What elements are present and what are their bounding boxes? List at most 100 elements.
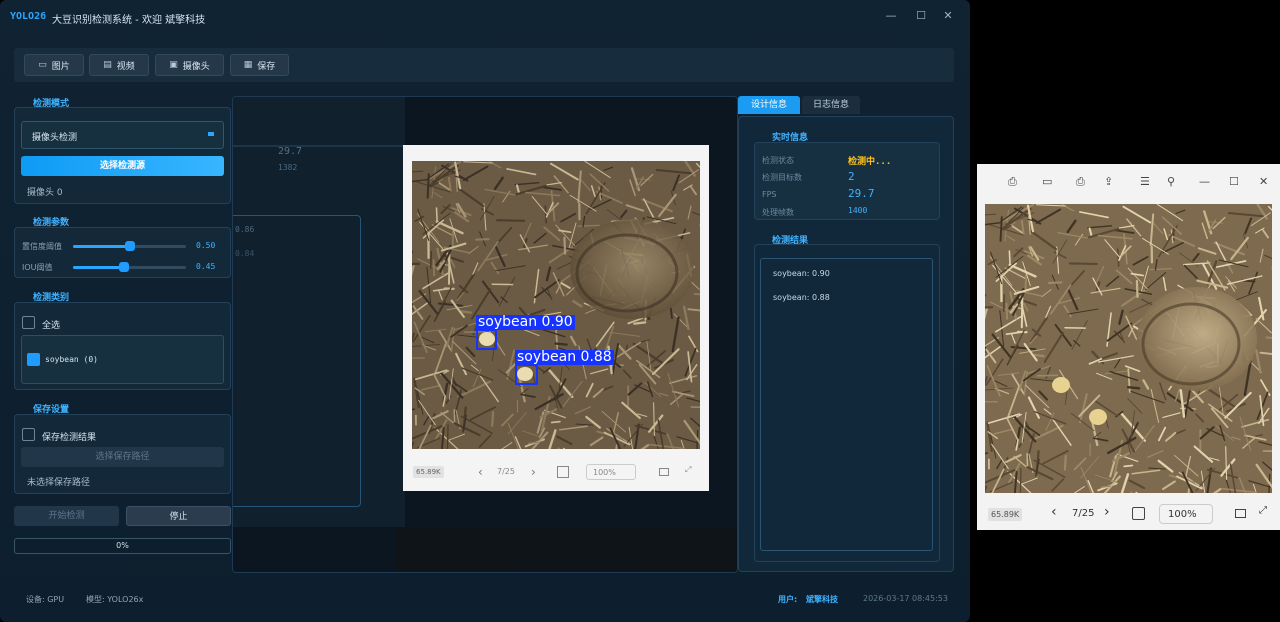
camera-icon: ▣	[169, 60, 178, 70]
video-ghost-frames: 1382	[278, 163, 298, 172]
choose-path-button[interactable]: 选择保存路径	[21, 447, 224, 467]
iou-slider-handle[interactable]	[118, 262, 129, 272]
source-text: 摄像头 0	[27, 188, 63, 198]
image-viewer-window: ⎙ ▭ ⎙ ⇪ ☰ ⚲ — ☐ ✕ 65.89K ‹ 7/25 › 100% ⤢	[977, 164, 1280, 530]
viewer-print-icon[interactable]: ⎙	[1076, 175, 1085, 189]
detection-label-2: soybean 0.88	[515, 349, 614, 365]
result-item-2: soybean: 0.88	[773, 293, 830, 302]
video-display: 29.7 1382 0.86 0.84 soybean 0.90 soybean…	[232, 96, 738, 573]
class-checkbox-soybean[interactable]	[27, 353, 40, 366]
model-status: 模型: YOLO26x	[86, 595, 144, 604]
camera-image: soybean 0.90 soybean 0.88	[412, 161, 700, 449]
viewer-fullscreen-icon[interactable]: ⤢	[1259, 505, 1267, 516]
viewer-prev-icon[interactable]: ‹	[1051, 504, 1057, 520]
viewer-size-chip: 65.89K	[988, 508, 1023, 521]
class-label-soybean: soybean (0)	[45, 355, 98, 364]
video-divider	[233, 145, 405, 147]
status-value: 检测中...	[848, 157, 892, 167]
conf-slider-handle[interactable]	[124, 241, 135, 251]
minimize-button[interactable]: —	[884, 9, 898, 22]
frames-value: 1400	[848, 206, 868, 215]
conf-slider[interactable]	[73, 241, 186, 251]
conf-slider-fill	[73, 245, 130, 248]
iou-label: IOU阈值	[22, 263, 53, 272]
viewer-menu-icon[interactable]: ☰	[1140, 175, 1150, 188]
captured-layout-icon	[659, 468, 669, 476]
viewer-next-icon[interactable]: ›	[1104, 504, 1110, 520]
video-button-label: 视频	[116, 61, 135, 72]
video-bottom-strip	[395, 527, 737, 572]
frames-key: 处理帧数	[762, 208, 794, 217]
device-status: 设备: GPU	[26, 595, 65, 604]
video-ghost-panel	[233, 215, 361, 507]
select-all-checkbox[interactable]	[22, 316, 35, 329]
save-results-label: 保存检测结果	[42, 433, 97, 443]
video-ghost-result-1: 0.86	[235, 225, 255, 234]
fps-key: FPS	[762, 190, 777, 199]
captured-viewer-bar: 65.89K ‹ 7/25 › 100% ⤢	[403, 463, 709, 483]
camera-frame: soybean 0.90 soybean 0.88 65.89K ‹ 7/25 …	[403, 145, 709, 491]
select-source-button[interactable]: 选择检测源	[21, 156, 224, 176]
detection-label-1: soybean 0.90	[476, 314, 575, 330]
tab-log-info[interactable]: 日志信息	[802, 96, 860, 114]
viewer-share-icon[interactable]: ⇪	[1104, 175, 1113, 188]
mode-select[interactable]: 摄像头检测	[21, 121, 224, 149]
save-button-label: 保存	[257, 61, 276, 72]
toolbar: ▭ 图片 ▤ 视频 ▣ 摄像头 ▦ 保存	[14, 48, 954, 82]
viewer-crop-icon[interactable]: ▭	[1042, 175, 1052, 188]
mode-select-value: 摄像头检测	[32, 133, 78, 143]
title-bar: YOLO26 大豆识别检测系统 - 欢迎 斌擎科技 — ☐ ✕	[0, 0, 970, 34]
captured-next-icon: ›	[531, 465, 536, 479]
video-ghost-result-2: 0.84	[235, 249, 255, 258]
viewer-page: 7/25	[1072, 508, 1095, 519]
captured-fit-icon	[557, 466, 569, 478]
viewer-layout-icon[interactable]	[1235, 509, 1246, 518]
detection-box-2	[515, 364, 538, 385]
image-button-label: 图片	[51, 61, 70, 72]
viewer-soybean-2	[1089, 409, 1107, 425]
viewer-zoom[interactable]: 100%	[1159, 504, 1213, 524]
captured-zoom: 100%	[586, 464, 636, 480]
maximize-button[interactable]: ☐	[914, 9, 928, 22]
image-icon: ▭	[38, 60, 47, 70]
viewer-minimize-button[interactable]: —	[1199, 175, 1210, 188]
captured-size-chip: 65.89K	[413, 466, 444, 478]
progress-bar: 0%	[14, 538, 231, 554]
iou-value: 0.45	[196, 262, 216, 271]
viewer-edit-icon[interactable]: ⎙	[1008, 175, 1017, 189]
captured-fullscreen-icon: ⤢	[685, 465, 692, 474]
save-button[interactable]: ▦ 保存	[230, 54, 289, 76]
stop-button[interactable]: 停止	[126, 506, 231, 526]
user-label: 用户:	[778, 595, 798, 604]
video-button[interactable]: ▤ 视频	[89, 54, 149, 76]
viewer-maximize-button[interactable]: ☐	[1229, 175, 1239, 188]
user-name: 斌擎科技	[806, 595, 838, 604]
save-results-checkbox[interactable]	[22, 428, 35, 441]
status-key: 检测状态	[762, 156, 794, 165]
datetime: 2026-03-17 08:45:53	[863, 594, 948, 603]
tab-design-info[interactable]: 设计信息	[738, 96, 800, 114]
app-window: YOLO26 大豆识别检测系统 - 欢迎 斌擎科技 — ☐ ✕ ▭ 图片 ▤ 视…	[0, 0, 970, 622]
ground-texture	[412, 161, 700, 449]
close-button[interactable]: ✕	[941, 9, 955, 22]
dropdown-arrow-icon	[208, 132, 214, 136]
iou-slider[interactable]	[73, 262, 186, 272]
video-ghost-fps: 29.7	[278, 146, 303, 157]
start-button[interactable]: 开始检测	[14, 506, 119, 526]
viewer-bottom-bar: 65.89K ‹ 7/25 › 100% ⤢	[977, 502, 1280, 528]
viewer-soybean-1	[1052, 377, 1070, 393]
viewer-ground-texture	[985, 204, 1272, 493]
image-button[interactable]: ▭ 图片	[24, 54, 84, 76]
viewer-fit-icon[interactable]	[1132, 507, 1145, 520]
viewer-title-bar: ⎙ ▭ ⎙ ⇪ ☰ ⚲ — ☐ ✕	[977, 164, 1280, 200]
result-item-1: soybean: 0.90	[773, 269, 830, 278]
target-count-value: 2	[848, 170, 855, 183]
conf-value: 0.50	[196, 241, 216, 250]
viewer-close-button[interactable]: ✕	[1259, 175, 1268, 188]
camera-button[interactable]: ▣ 摄像头	[155, 54, 224, 76]
camera-button-label: 摄像头	[182, 61, 210, 72]
iou-slider-fill	[73, 266, 124, 269]
viewer-pin-icon[interactable]: ⚲	[1167, 175, 1175, 188]
window-title: 大豆识别检测系统 - 欢迎 斌擎科技	[52, 15, 206, 26]
select-all-label: 全选	[42, 321, 61, 331]
